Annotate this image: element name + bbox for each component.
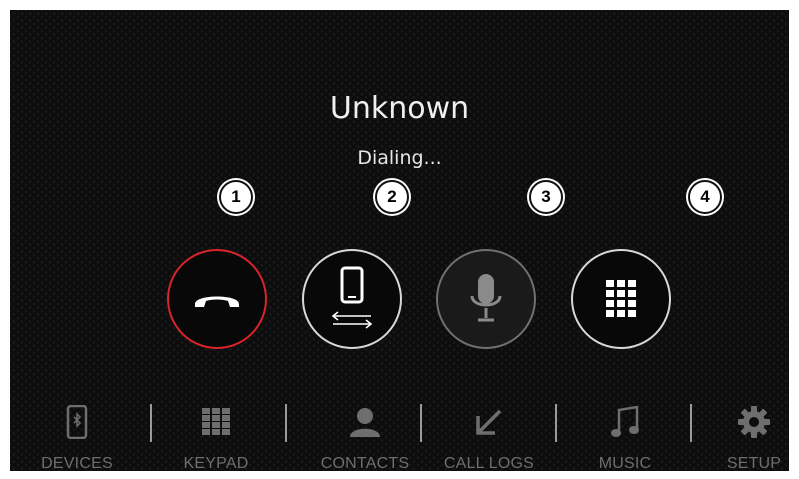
nav-label-contacts: CONTACTS — [320, 455, 410, 471]
nav-label-call-logs: CALL LOGS — [443, 455, 535, 471]
nav-divider — [555, 404, 557, 442]
nav-item-devices[interactable]: DEVICES — [10, 398, 144, 471]
call-log-arrow-icon — [476, 409, 502, 435]
end-call-button[interactable] — [167, 249, 267, 349]
nav-item-music[interactable]: MUSIC — [558, 398, 692, 471]
transfer-to-phone-button[interactable] — [302, 249, 402, 349]
callout-marker-2: 2 — [375, 180, 409, 214]
gear-icon — [738, 406, 770, 438]
nav-item-contacts[interactable]: CONTACTS — [298, 398, 432, 471]
nav-label-keypad: KEYPAD — [183, 455, 249, 471]
nav-label-setup: SETUP — [726, 455, 782, 471]
callout-marker-3: 3 — [529, 180, 563, 214]
microphone-icon — [470, 274, 502, 322]
music-note-icon — [611, 406, 639, 437]
bluetooth-phone-icon — [66, 405, 88, 439]
keypad-grid-icon — [606, 280, 636, 317]
nav-label-devices: DEVICES — [41, 455, 113, 471]
callout-marker-1: 1 — [219, 180, 253, 214]
mute-mic-button[interactable] — [436, 249, 536, 349]
caller-name: Unknown — [329, 91, 470, 126]
phone-call-screen: Unknown Dialing... 1 2 3 4 DEVICES KEYPA… — [10, 10, 789, 471]
call-status: Dialing... — [357, 147, 442, 169]
phone-transfer-icon — [331, 266, 373, 329]
callout-marker-4: 4 — [688, 180, 722, 214]
nav-divider — [285, 404, 287, 442]
bottom-nav-bar: DEVICES KEYPAD CONTACTS CALL LOGS MUSIC … — [10, 398, 789, 471]
keypad-button[interactable] — [571, 249, 671, 349]
nav-label-music: MUSIC — [598, 455, 652, 471]
nav-item-keypad[interactable]: KEYPAD — [149, 398, 283, 471]
nav-item-setup[interactable]: SETUP — [687, 398, 789, 471]
person-icon — [350, 408, 380, 437]
hang-up-icon — [195, 296, 239, 307]
keypad-grid-icon — [202, 408, 230, 435]
nav-item-call-logs[interactable]: CALL LOGS — [422, 398, 556, 471]
